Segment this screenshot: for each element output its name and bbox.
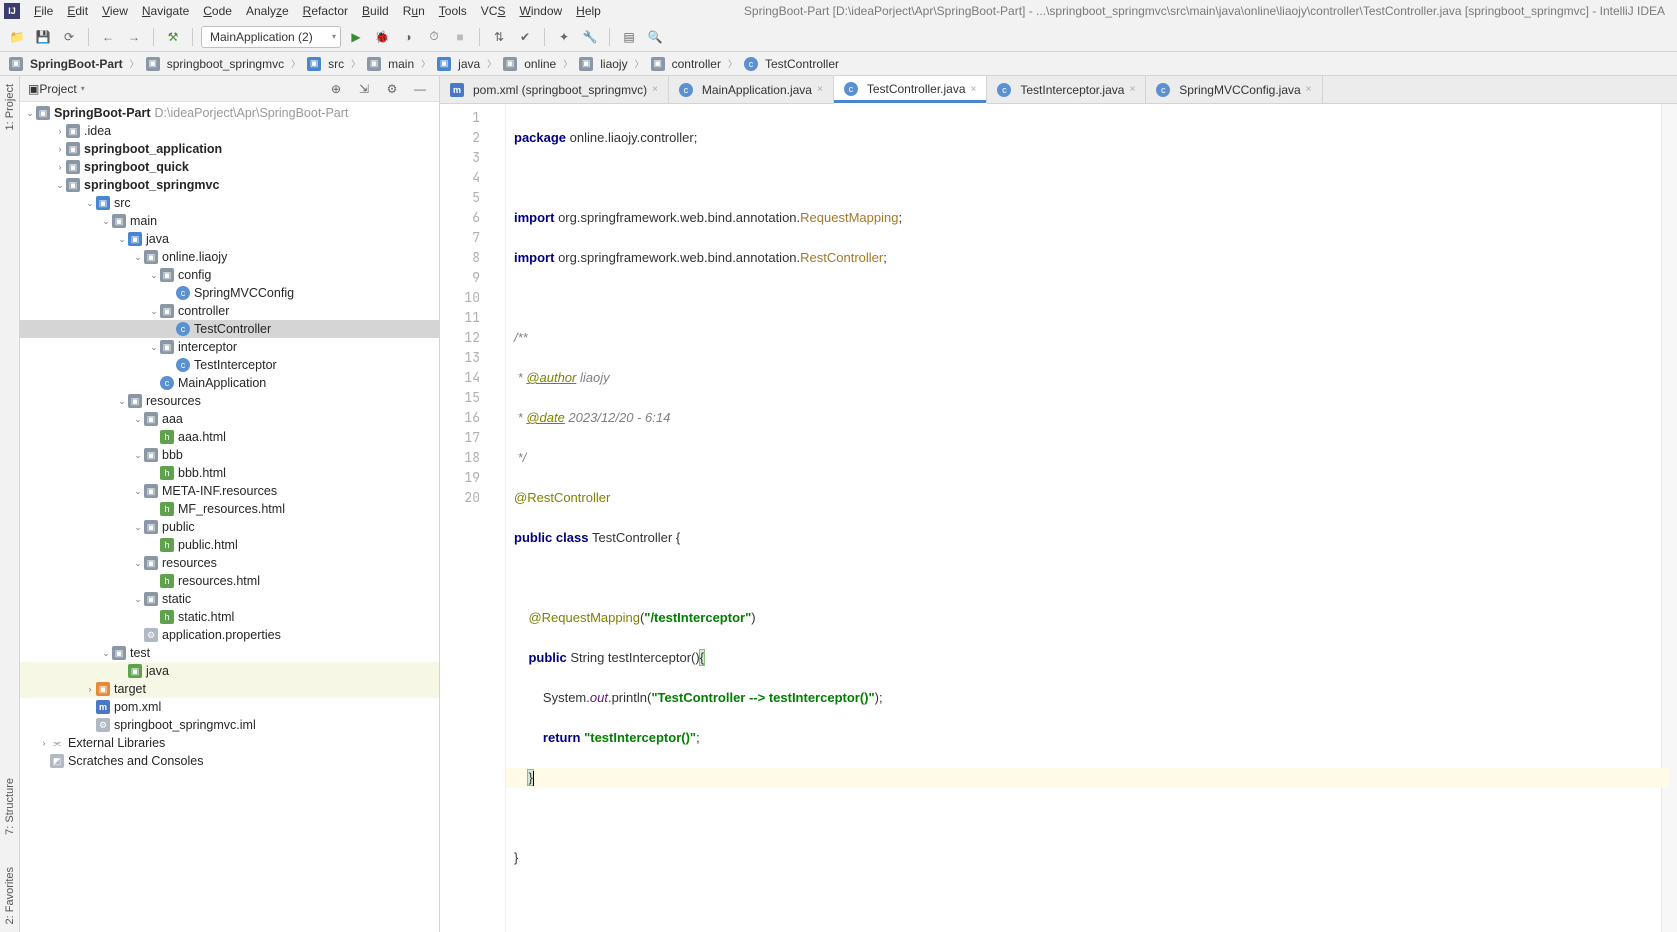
bc-main[interactable]: ▣main [364,56,417,72]
close-icon[interactable]: × [1129,84,1135,95]
bc-src[interactable]: ▣src [304,56,347,72]
run-icon[interactable]: ▶ [345,26,367,48]
menu-build[interactable]: Build [356,2,395,20]
bc-class[interactable]: cTestController [741,56,842,72]
update-icon[interactable]: ⇅ [488,26,510,48]
coverage-icon[interactable]: ◑ [397,26,419,48]
expand-icon[interactable]: ⇲ [353,78,375,100]
menu-code[interactable]: Code [197,2,238,20]
hide-icon[interactable]: — [409,78,431,100]
tree-node-testcontroller: cTestController [20,320,439,338]
menu-refactor[interactable]: Refactor [297,2,354,20]
line-numbers: 1234567891011121314151617181920 [440,104,488,932]
menu-navigate[interactable]: Navigate [136,2,195,20]
menu-view[interactable]: View [96,2,134,20]
run-config-dropdown[interactable]: MainApplication (2) [201,26,341,48]
gear-icon[interactable]: ⚙ [381,78,403,100]
side-tab-structure[interactable]: 7: Structure [4,774,16,839]
menu-vcs[interactable]: VCS [475,2,512,20]
bc-java[interactable]: ▣java [434,56,483,72]
tab-testinterceptor[interactable]: cTestInterceptor.java× [987,76,1146,103]
bc-module[interactable]: ▣springboot_springmvc [143,56,287,72]
app-icon: IJ [4,3,20,19]
menu-help[interactable]: Help [570,2,607,20]
menu-file[interactable]: File [28,2,59,20]
bc-liaojy[interactable]: ▣liaojy [576,56,630,72]
code-editor[interactable]: package online.liaojy.controller; import… [506,104,1661,932]
panel-view-dropdown[interactable]: ▾ [81,84,85,93]
tab-pom[interactable]: mpom.xml (springboot_springmvc)× [440,76,669,103]
structure-icon[interactable]: ▤ [618,26,640,48]
menu-run[interactable]: Run [397,2,431,20]
editor-right-strip [1661,104,1677,932]
bc-root[interactable]: ▣SpringBoot-Part [6,56,126,72]
save-icon[interactable]: 💾 [32,26,54,48]
stop-icon[interactable]: ■ [449,26,471,48]
close-icon[interactable]: × [652,84,658,95]
breadcrumb: ▣SpringBoot-Part〉 ▣springboot_springmvc〉… [0,52,1677,76]
tab-springmvcconfig[interactable]: cSpringMVCConfig.java× [1146,76,1322,103]
side-tab-project[interactable]: 1: Project [4,80,16,134]
open-icon[interactable]: 📁 [6,26,28,48]
menu-tools[interactable]: Tools [433,2,473,20]
settings-icon[interactable]: 🔧 [579,26,601,48]
main-menu: File Edit View Navigate Code Analyze Ref… [28,2,607,20]
debug-icon[interactable]: 🐞 [371,26,393,48]
close-icon[interactable]: × [1306,84,1312,95]
sync-icon[interactable]: ⟳ [58,26,80,48]
project-panel-icon: ▣ [28,82,39,96]
bc-controller[interactable]: ▣controller [648,56,724,72]
tab-testcontroller[interactable]: cTestController.java× [834,76,988,104]
editor-tabs: mpom.xml (springboot_springmvc)× cMainAp… [440,76,1677,104]
side-tab-favorites[interactable]: 2: Favorites [4,863,16,928]
window-title: SpringBoot-Part [D:\ideaPorject\Apr\Spri… [744,4,1673,18]
search-icon[interactable]: 🔍 [644,26,666,48]
locate-icon[interactable]: ⊕ [325,78,347,100]
panel-title[interactable]: Project [39,82,76,96]
actions-icon[interactable]: ✦ [553,26,575,48]
forward-icon[interactable]: → [123,26,145,48]
build-icon[interactable]: ⚒ [162,26,184,48]
tab-mainapp[interactable]: cMainApplication.java× [669,76,834,103]
project-tree[interactable]: ⌄▣SpringBoot-PartD:\ideaPorject\Apr\Spri… [20,102,439,932]
back-icon[interactable]: ← [97,26,119,48]
profile-icon[interactable]: ⏱ [423,26,445,48]
menu-edit[interactable]: Edit [61,2,94,20]
commit-icon[interactable]: ✔ [514,26,536,48]
menu-window[interactable]: Window [513,2,568,20]
bc-online[interactable]: ▣online [500,56,559,72]
close-icon[interactable]: × [971,84,977,95]
gutter-icons[interactable] [488,104,506,932]
menu-analyze[interactable]: Analyze [240,2,295,20]
close-icon[interactable]: × [817,84,823,95]
